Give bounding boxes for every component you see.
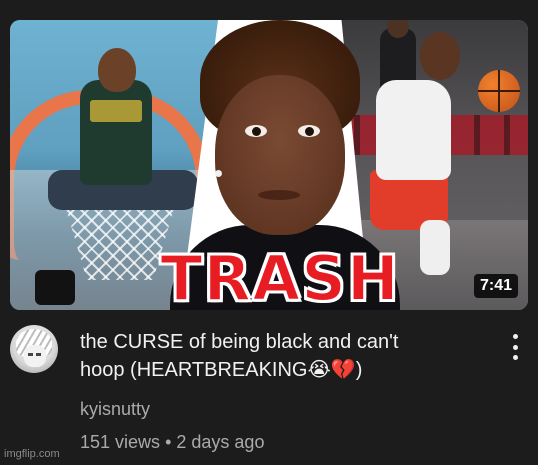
video-stats: 151 views • 2 days ago xyxy=(80,430,264,454)
video-title-line-2: hoop (HEARTBREAKING😭💔) xyxy=(80,359,363,381)
channel-avatar[interactable] xyxy=(10,325,58,373)
stats-separator: • xyxy=(165,432,172,452)
view-count: 151 views xyxy=(80,432,161,452)
basketball xyxy=(478,70,520,112)
video-title[interactable]: the CURSE of being black and can't hoop … xyxy=(80,328,475,384)
video-card: TRASH 7:41 the CURSE of being black and … xyxy=(0,0,538,465)
video-thumbnail[interactable]: TRASH 7:41 xyxy=(10,20,528,310)
upload-age: 2 days ago xyxy=(176,432,265,452)
video-title-line-1: the CURSE of being black and can't xyxy=(80,331,399,353)
kebab-menu-icon[interactable] xyxy=(505,332,525,362)
channel-name[interactable]: kyisnutty xyxy=(80,398,150,420)
video-duration-badge: 7:41 xyxy=(473,274,518,298)
watermark: imgflip.com xyxy=(4,448,60,460)
thumbnail-person-face xyxy=(215,75,345,235)
thumbnail-overlay-text: TRASH xyxy=(159,242,400,311)
